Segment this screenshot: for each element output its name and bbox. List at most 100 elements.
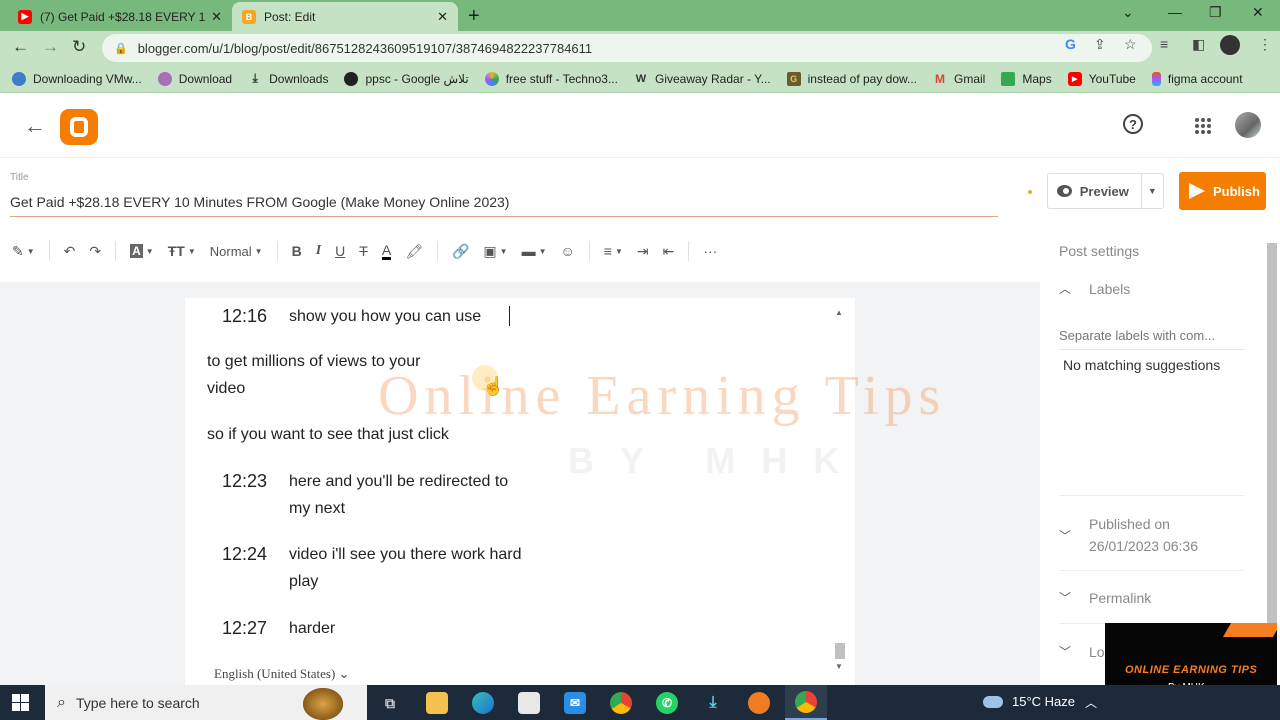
blogger-header: ← ? (0, 96, 1280, 158)
bookmark-giveaway-radar[interactable]: W Giveaway Radar - Y... (634, 72, 771, 86)
font-size-button[interactable]: ŦT ▼ (168, 243, 196, 259)
microsoft-store-icon[interactable] (518, 692, 540, 714)
bold-button[interactable]: B (292, 243, 302, 259)
more-options-button[interactable]: ··· (703, 243, 717, 259)
whatsapp-icon[interactable]: ✆ (656, 692, 678, 714)
post-body-editor[interactable]: 12:16 show you how you can use to get mi… (185, 298, 855, 685)
highlight-button[interactable]: 🖍 (405, 243, 423, 260)
bookmark-free-stuff[interactable]: free stuff - Techno3... (484, 71, 618, 86)
paragraph-style-select[interactable]: Normal ▼ (210, 244, 263, 259)
location-section-toggle[interactable]: ﹀ Lo (1059, 643, 1105, 660)
sidebar-scrollbar[interactable] (1266, 240, 1278, 685)
share-icon[interactable]: ⇪ (1094, 36, 1106, 53)
outdent-button[interactable]: ⇤ (663, 243, 675, 260)
redo-icon: ↷ (89, 242, 102, 259)
scrollbar-thumb[interactable] (1267, 243, 1277, 623)
windows-start-button[interactable] (12, 694, 29, 711)
scroll-down-arrow-icon[interactable]: ▼ (835, 662, 843, 671)
tab-youtube-video[interactable]: ▶ (7) Get Paid +$28.18 EVERY 10 Minutes … (8, 2, 232, 31)
outdent-icon: ⇤ (662, 242, 675, 259)
language-selector[interactable]: English (United States) ⌄ (214, 666, 349, 682)
vmware-icon (12, 71, 26, 86)
account-avatar[interactable] (1235, 112, 1261, 138)
task-view-icon[interactable]: ⧉ (379, 692, 401, 714)
scroll-up-arrow-icon[interactable]: ▲ (835, 308, 843, 317)
back-arrow-icon[interactable]: ← (24, 113, 46, 139)
minimize-button[interactable]: — (1168, 4, 1182, 20)
close-tab-icon[interactable]: ✕ (211, 9, 222, 25)
italic-button[interactable]: I (316, 243, 321, 259)
strikethrough-button[interactable]: T (359, 243, 368, 259)
post-title-input[interactable] (10, 194, 998, 217)
preview-button[interactable]: Preview ▼ (1047, 173, 1164, 209)
address-bar[interactable]: 🔒 blogger.com/u/1/blog/post/edit/8675128… (102, 34, 1152, 62)
align-button[interactable]: ≡ ▼ (604, 243, 623, 259)
chrome-active-task[interactable] (785, 685, 827, 720)
app-orange-icon[interactable] (748, 692, 770, 714)
bookmark-star-icon[interactable]: ☆ (1124, 36, 1137, 53)
editor-scrollbar[interactable]: ▲ ▼ (833, 300, 847, 671)
bookmark-gmail[interactable]: M Gmail (933, 72, 985, 86)
tab-search-icon[interactable]: ⌄ (1122, 4, 1134, 21)
indent-button[interactable]: ⇥ (637, 243, 649, 260)
chrome-icon[interactable] (610, 692, 632, 714)
new-tab-button[interactable]: + (468, 5, 480, 28)
bookmark-ppsc[interactable]: ppsc - Google تلاش (344, 71, 469, 86)
link-button[interactable]: 🔗 (452, 243, 469, 260)
publish-button[interactable]: Publish (1179, 172, 1266, 210)
redo-button[interactable]: ↷ (89, 243, 101, 260)
emoji-button[interactable]: ☺ (560, 243, 574, 259)
bookmark-maps[interactable]: Maps (1001, 71, 1052, 86)
installer-icon[interactable]: ⤓ (702, 692, 724, 714)
bookmark-instead-of-pay[interactable]: Ginstead of pay dow... (786, 71, 917, 86)
blogger-logo[interactable] (60, 109, 98, 145)
menu-kebab-icon[interactable]: ⋮ (1258, 36, 1272, 53)
undo-button[interactable]: ↶ (64, 243, 76, 260)
show-hidden-icons-button[interactable]: ︿ (1085, 694, 1097, 711)
media-control-icon[interactable]: ≡ (1160, 36, 1168, 52)
tab-title: Post: Edit (264, 9, 316, 24)
underline-button[interactable]: U (335, 243, 345, 259)
close-window-button[interactable]: ✕ (1252, 4, 1264, 21)
transcript-line: so if you want to see that just click (207, 426, 449, 443)
transcript-line: my next (289, 500, 346, 517)
bookmark-figma[interactable]: figma account (1151, 71, 1243, 86)
browser-tab-strip: ▶ (7) Get Paid +$28.18 EVERY 10 Minutes … (0, 0, 1280, 31)
watermark-title: Online Earning Tips (378, 365, 947, 427)
insert-image-button[interactable]: ▣ ▼ (483, 243, 507, 260)
permalink-title: Permalink (1089, 589, 1152, 606)
side-panel-icon[interactable]: ◧ (1192, 36, 1205, 53)
bookmark-download[interactable]: Download (157, 71, 232, 86)
profile-avatar[interactable] (1220, 35, 1240, 55)
edge-icon[interactable] (472, 692, 494, 714)
back-button[interactable]: ← (12, 37, 29, 57)
labels-input[interactable] (1059, 328, 1244, 350)
reload-button[interactable]: ↻ (72, 37, 86, 57)
google-lens-icon[interactable]: G (1065, 36, 1076, 52)
forward-button[interactable]: → (42, 37, 59, 57)
preview-dropdown-icon[interactable]: ▼ (1142, 186, 1163, 196)
published-on-title: Published on (1089, 516, 1170, 532)
restore-button[interactable]: ❐ (1209, 4, 1222, 21)
bookmark-downloading-vmware[interactable]: Downloading VMw... (12, 71, 142, 86)
tab-post-edit[interactable]: B Post: Edit ✕ (232, 2, 458, 31)
help-icon[interactable]: ? (1123, 114, 1143, 134)
taskbar-search-box[interactable]: ⌕ Type here to search (45, 685, 367, 720)
font-button[interactable]: A ▼ (130, 244, 154, 258)
bookmark-downloads[interactable]: ⤓ Downloads (248, 71, 328, 86)
insert-video-button[interactable]: ▬ ▼ (522, 243, 547, 259)
pencil-icon: ✎ (12, 242, 24, 259)
published-on-section-toggle[interactable]: ﹀ Published on 26/01/2023 06:36 (1059, 513, 1198, 557)
google-apps-icon[interactable] (1195, 118, 1211, 134)
permalink-section-toggle[interactable]: ﹀ Permalink (1059, 589, 1151, 606)
close-tab-icon[interactable]: ✕ (437, 9, 448, 25)
text-color-button[interactable]: A (381, 243, 392, 260)
compose-mode-button[interactable]: ✎ ▼ (12, 243, 35, 260)
scrollbar-thumb[interactable] (835, 643, 845, 659)
chevron-down-icon: ﹀ (1059, 528, 1072, 543)
mail-icon[interactable]: ✉ (564, 692, 586, 714)
labels-section-toggle[interactable]: ︿ Labels (1059, 280, 1130, 297)
bookmark-youtube[interactable]: ▶ YouTube (1067, 71, 1136, 86)
weather-widget[interactable]: 15°C Haze (983, 694, 1075, 709)
file-explorer-icon[interactable] (426, 692, 448, 714)
